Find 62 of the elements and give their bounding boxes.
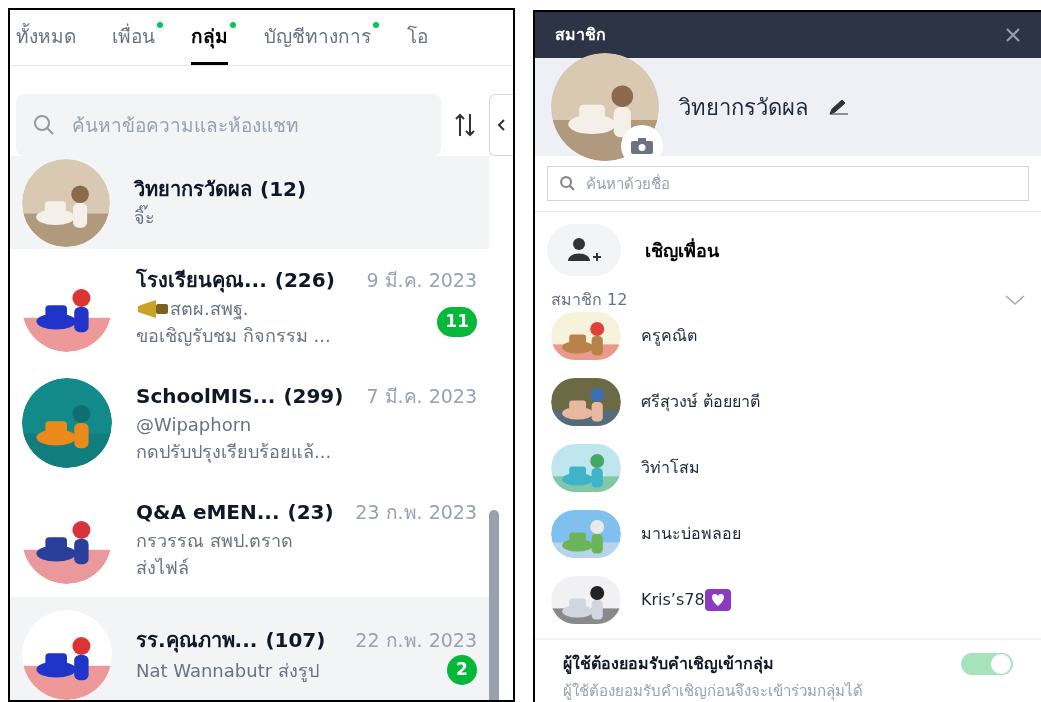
scrollbar[interactable] [489,510,499,700]
unread-badge: 11 [437,307,477,337]
setting-description: ผู้ใช้ต้องยอมรับคำเชิญก่อนจึงจะเข้าร่วมกลุ่มได้ [563,681,864,702]
chat-date: 9 มี.ค. 2023 [366,268,477,293]
member-item[interactable]: Kris’s78 [551,576,1025,624]
message-preview: ส่งไฟล์ [136,556,189,580]
member-count: (12) [260,176,307,203]
unread-badge: 2 [447,655,477,685]
search-icon [32,113,56,137]
tab[interactable]: กลุ่ม [191,21,228,65]
member-count: (23) [287,499,334,526]
sort-icon[interactable] [453,112,477,138]
message-preview: สตผ.สพฐ. [170,297,249,322]
member-count: (226) [274,267,335,294]
member-name: Kris’s78 [641,589,705,611]
member-name: ศรีสุวงษ์ ต้อยยาตี [641,391,761,414]
add-person-icon [566,237,602,263]
tab[interactable]: บัญชีทางการ [264,21,371,65]
chat-item[interactable]: โรงเรียนคุณ... (226) 9 มี.ค. 2023 สตผ.สพฐ. ขอเชิญรับชม กิจกรรม ... 11 [10,249,489,365]
message-preview: @Wipaphorn [136,413,252,437]
chat-item[interactable]: รร.คุณภาพ... (107) 22 ก.พ. 2023 Nat Wannabutr ส่งรูป 2 [10,597,489,700]
member-item[interactable]: ศรีสุวงษ์ ต้อยยาตี [551,378,1025,426]
message-preview: กดปรับปรุงเรียบร้อยแล้... [136,440,332,465]
chat-date: 7 มี.ค. 2023 [366,384,477,409]
member-count: (107) [265,627,326,654]
panel-title: สมาชิก [555,24,606,46]
message-preview: จิ๊ะ [134,204,155,231]
group-name: วิทยากรวัดผล [679,93,808,122]
message-preview: Nat Wannabutr ส่งรูป [136,658,319,684]
message-preview: กรวรรณ สพป.ตราด [136,529,294,553]
search-icon [559,175,576,192]
search-field[interactable]: ค้นหาข้อความและห้องแชท [16,94,441,156]
member-item[interactable]: วิท่าโสม [551,444,1025,492]
setting-title: ผู้ใช้ต้องยอมรับคำเชิญเข้ากลุ่ม [563,653,774,676]
tab[interactable]: โอ [407,21,428,65]
tab[interactable]: เพื่อน [112,21,155,65]
chat-date: 23 ก.พ. 2023 [355,500,477,525]
chevron-left-icon [497,119,506,131]
message-preview: ขอเชิญรับชม กิจกรรม ... [136,324,331,348]
member-count: (299) [283,383,344,410]
camera-icon [631,138,653,154]
chat-name: Q&A eMEN... [136,499,280,526]
close-icon[interactable] [1005,27,1021,43]
chat-item[interactable]: SchoolMIS... (299) 7 มี.ค. 2023 @Wipaphorn กดปรับปรุงเรียบร้อยแล้... [10,365,489,481]
chat-name: SchoolMIS... [136,383,276,410]
invite-row[interactable]: เชิญเพื่อน [535,212,1041,276]
section-heading: สมาชิก 12 [551,289,628,311]
chat-name: วิทยากรวัดผล [134,176,252,203]
chat-item[interactable]: Q&A eMEN... (23) 23 ก.พ. 2023 กรวรรณ สพป.ตราด ส่งไฟล์ [10,481,489,597]
member-name: มานะบ่อพลอย [641,523,741,545]
tab[interactable]: ทั้งหมด [16,21,76,65]
member-name: วิท่าโสม [641,457,700,479]
chat-name: โรงเรียนคุณ... [136,267,267,295]
member-item[interactable]: ครูคณิต [551,312,1025,360]
chat-date: 22 ก.พ. 2023 [355,628,477,653]
chat-name: รร.คุณภาพ... [136,627,258,655]
toggle-switch[interactable] [961,653,1013,675]
member-item[interactable]: มานะบ่อพลอย [551,510,1025,558]
search-field[interactable]: ค้นหาด้วยชื่อ [547,166,1029,201]
pencil-icon[interactable] [828,99,850,115]
member-name: ครูคณิต [641,325,697,348]
chat-item[interactable]: วิทยากรวัดผล (12) จิ๊ะ [10,156,489,249]
